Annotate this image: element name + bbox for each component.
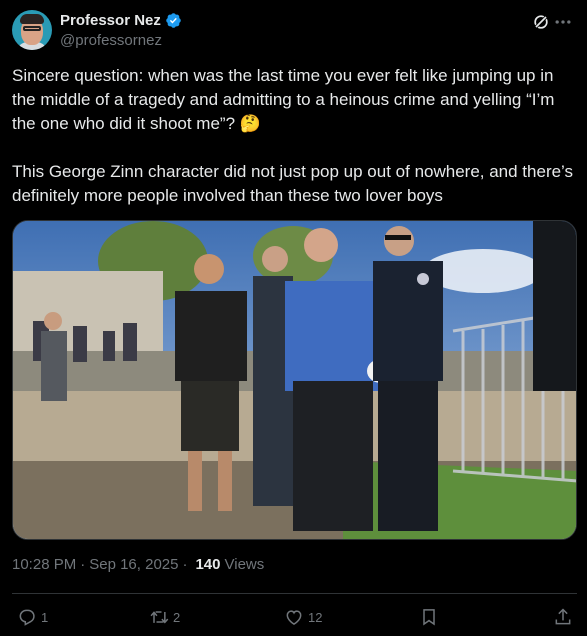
repost-icon (150, 611, 169, 624)
repost-count: 2 (173, 609, 181, 625)
tweet-meta: 10:28 PM · Sep 16, 2025 · 140 Views (12, 556, 264, 573)
verified-icon (166, 13, 181, 28)
more-icon[interactable] (553, 12, 573, 32)
tweet-text: Sincere question: when was the last time… (12, 66, 574, 205)
reply-button[interactable]: 1 (17, 604, 48, 630)
display-name[interactable]: Professor Nez (60, 12, 161, 29)
reply-count: 1 (41, 609, 49, 625)
tweet-date[interactable]: Sep 16, 2025 (89, 556, 178, 573)
divider (12, 593, 577, 594)
reply-icon (19, 609, 35, 626)
like-count: 12 (308, 609, 323, 625)
name-line: Professor Nez (60, 12, 182, 29)
grok-icon[interactable] (531, 12, 551, 32)
action-bar: 1 2 12 (12, 604, 577, 630)
avatar[interactable] (12, 10, 52, 50)
views-label: Views (224, 556, 265, 573)
tweet-header: Professor Nez @professornez (12, 10, 573, 50)
handle[interactable]: @professornez (60, 32, 162, 49)
tweet-time[interactable]: 10:28 PM (12, 556, 76, 573)
photo-scene (13, 221, 576, 539)
bookmark-icon (423, 609, 435, 626)
repost-button[interactable]: 2 (149, 604, 180, 630)
tweet-photo[interactable] (12, 220, 577, 540)
like-icon (286, 610, 302, 625)
share-icon (555, 608, 571, 625)
views-count: 140 (195, 556, 221, 573)
meta-separator: · (80, 556, 86, 573)
meta-separator: · (182, 556, 188, 573)
like-button[interactable]: 12 (284, 604, 322, 630)
share-button[interactable] (553, 604, 573, 630)
bookmark-button[interactable] (419, 604, 439, 630)
